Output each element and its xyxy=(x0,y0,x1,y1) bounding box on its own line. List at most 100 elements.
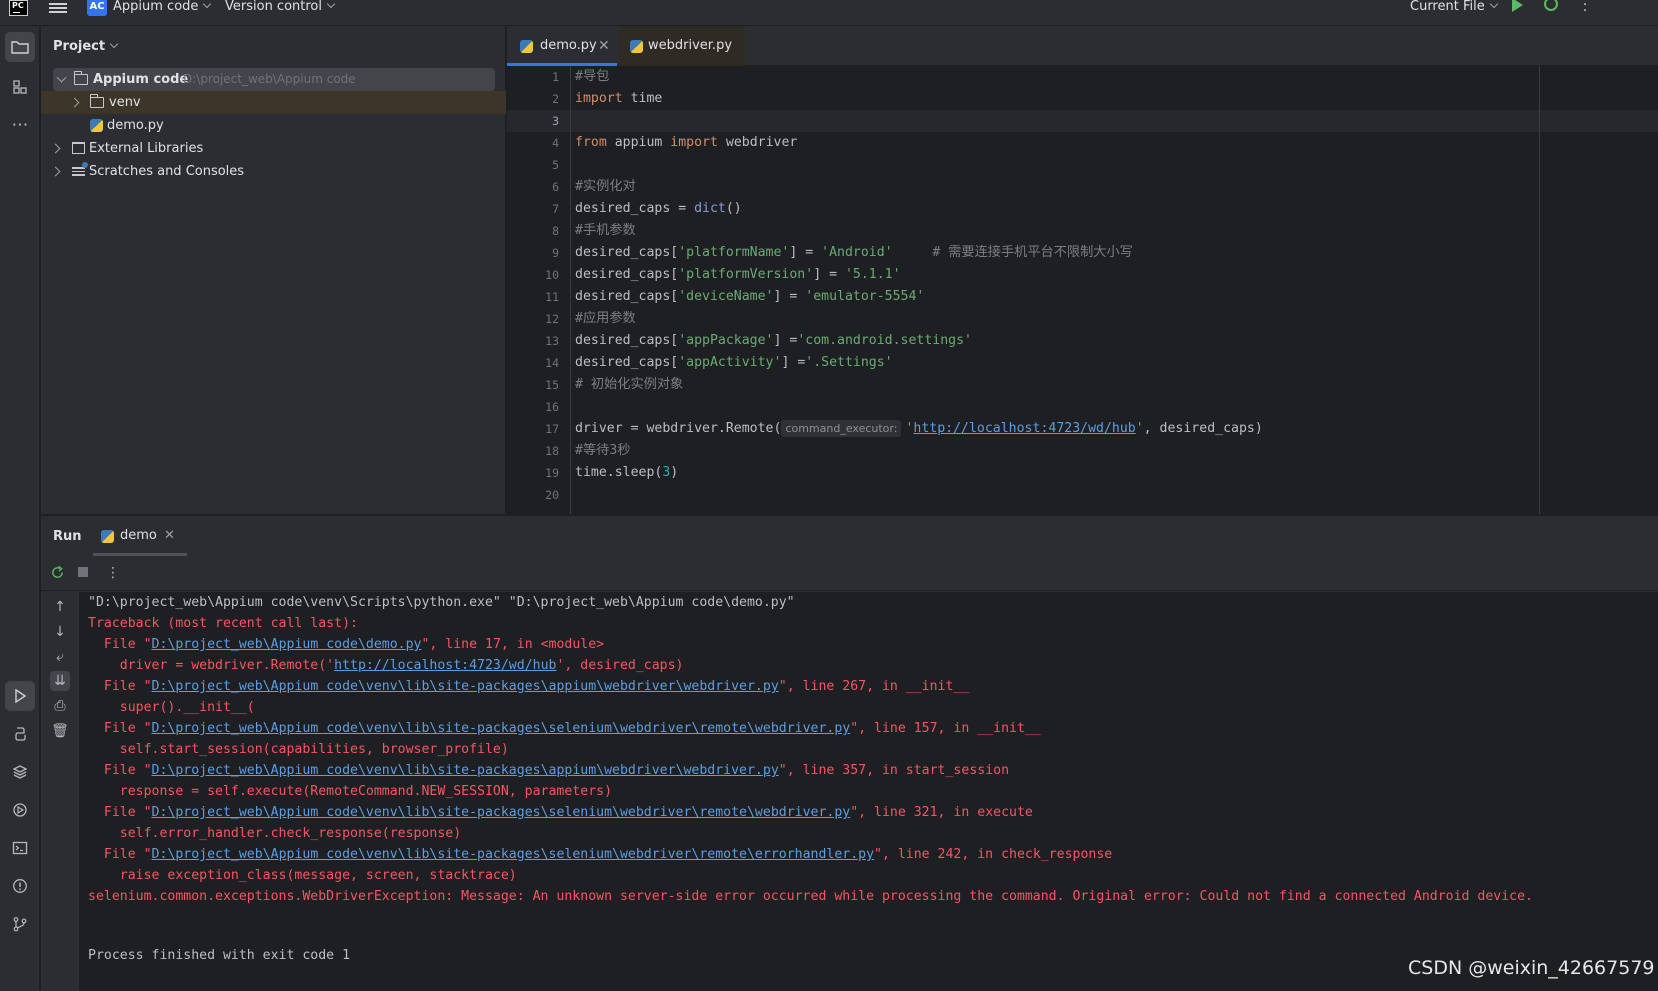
tree-item-label: Appium code xyxy=(93,72,189,87)
console-line: Traceback (most recent call last): xyxy=(88,616,358,631)
scratches-icon xyxy=(72,162,88,177)
scroll-up-icon[interactable]: ↑ xyxy=(50,597,70,617)
line-number: 18 xyxy=(545,444,559,458)
tree-item-label: venv xyxy=(109,95,141,110)
console-line: File "D:\project_web\Appium code\demo.py… xyxy=(88,637,605,652)
chevron-down-icon xyxy=(109,39,119,49)
tree-item-demo-py[interactable]: demo.py xyxy=(41,114,506,137)
close-icon[interactable]: ✕ xyxy=(164,516,175,556)
python-console-icon[interactable] xyxy=(5,719,35,749)
console-line: selenium.common.exceptions.WebDriverExce… xyxy=(88,889,1533,904)
console-line: raise exception_class(message, screen, s… xyxy=(88,868,517,883)
project-switcher[interactable]: Appium code xyxy=(113,0,212,15)
more-tools-icon[interactable]: ⋯ xyxy=(5,110,35,140)
line-number: 11 xyxy=(545,290,559,304)
run-icon[interactable] xyxy=(1512,0,1523,12)
more-options-icon[interactable]: ⋮ xyxy=(105,565,121,581)
console-line: self.error_handler.check_response(respon… xyxy=(88,826,462,841)
line-number: 20 xyxy=(545,488,559,502)
chevron-right-icon[interactable] xyxy=(50,143,61,154)
code-line: driver = webdriver.Remote(command_execut… xyxy=(575,420,1263,437)
line-number: 2 xyxy=(552,92,559,106)
project-panel-header[interactable]: Project xyxy=(53,39,119,54)
parameter-hint: command_executor: xyxy=(781,420,902,437)
folder-icon xyxy=(74,71,88,85)
tree-item-venv[interactable]: venv xyxy=(41,91,506,114)
debug-icon[interactable] xyxy=(1544,0,1558,11)
run-config-label: Current File xyxy=(1410,0,1485,14)
run-panel-title: Run xyxy=(53,529,82,544)
version-control-menu[interactable]: Version control xyxy=(225,0,336,15)
tree-item-appium-code[interactable]: Appium code D:\project_web\Appium code xyxy=(53,68,495,91)
run-config-selector[interactable]: Current File xyxy=(1410,0,1498,15)
console-line: File "D:\project_web\Appium code\venv\li… xyxy=(88,805,1033,820)
chevron-down-icon xyxy=(326,0,336,9)
clear-all-icon[interactable]: 🗑 xyxy=(50,721,70,741)
run-toolbar: ⋮ xyxy=(41,556,1658,591)
line-number: 16 xyxy=(545,400,559,414)
tree-item-scratches[interactable]: Scratches and Consoles xyxy=(41,160,506,183)
tab-demo-py[interactable]: demo.py ✕ xyxy=(507,26,617,66)
console-line: response = self.execute(RemoteCommand.NE… xyxy=(88,784,613,799)
python-file-icon xyxy=(630,40,643,53)
line-number: 8 xyxy=(552,224,559,238)
run-tab-bar: Run demo ✕ xyxy=(41,516,1658,556)
print-icon[interactable]: ⎙ xyxy=(50,696,70,716)
console-line: File "D:\project_web\Appium code\venv\li… xyxy=(88,679,970,694)
code-line: desired_caps['appPackage'] ='com.android… xyxy=(575,333,972,348)
python-file-icon xyxy=(90,119,103,132)
tree-item-label: Scratches and Consoles xyxy=(89,164,245,179)
tab-webdriver-py[interactable]: webdriver.py xyxy=(619,26,745,66)
code-line: desired_caps['platformVersion'] = '5.1.1… xyxy=(575,267,901,282)
watermark: CSDN @weixin_42667579 xyxy=(1408,957,1655,979)
chevron-down-icon xyxy=(1489,0,1498,9)
console-line: File "D:\project_web\Appium code\venv\li… xyxy=(88,847,1113,862)
console-line: driver = webdriver.Remote('http://localh… xyxy=(88,658,684,673)
code-line: desired_caps['platformName'] = 'Android'… xyxy=(575,245,1133,260)
tab-label: demo.py xyxy=(540,38,597,53)
line-number-gutter: 1 2 3 4 5 6 7 8 9 10 11 12 13 14 15 16 17 18 19 20 xyxy=(507,66,573,514)
line-number: 19 xyxy=(545,466,559,480)
project-tool-icon[interactable] xyxy=(5,32,35,62)
console-output[interactable]: "D:\project_web\Appium code\venv\Scripts… xyxy=(79,592,1658,991)
services-icon[interactable] xyxy=(5,795,35,825)
project-badge[interactable]: AC xyxy=(87,0,107,16)
python-file-icon xyxy=(520,40,533,53)
tree-item-path-hint: D:\project_web\Appium code xyxy=(183,72,356,86)
terminal-icon[interactable] xyxy=(5,833,35,863)
line-number: 4 xyxy=(552,136,559,150)
rerun-icon[interactable] xyxy=(49,565,65,581)
run-tool-icon[interactable] xyxy=(5,681,35,711)
tree-item-label: External Libraries xyxy=(89,141,204,156)
scroll-down-icon[interactable]: ↓ xyxy=(50,622,70,642)
soft-wrap-icon[interactable]: ⤶ xyxy=(50,647,70,667)
code-line: #应用参数 xyxy=(575,311,636,326)
line-number: 9 xyxy=(552,246,559,260)
main-menu-icon[interactable] xyxy=(49,1,67,13)
problems-icon[interactable] xyxy=(5,871,35,901)
line-number: 15 xyxy=(545,378,559,392)
python-packages-icon[interactable] xyxy=(5,757,35,787)
title-bar: PC AC Appium code Version control Curren… xyxy=(0,0,1658,26)
code-line: time.sleep(3) xyxy=(575,465,679,480)
chevron-right-icon[interactable] xyxy=(50,166,61,177)
console-line: "D:\project_web\Appium code\venv\Scripts… xyxy=(88,595,795,610)
structure-tool-icon[interactable] xyxy=(5,72,35,102)
folder-icon xyxy=(90,94,104,108)
version-control-label: Version control xyxy=(225,0,322,14)
close-icon[interactable]: ✕ xyxy=(598,26,610,66)
editor-area: demo.py ✕ webdriver.py 1 2 3 4 5 6 7 8 9 10 11 12 13… xyxy=(507,26,1658,514)
run-tab-demo[interactable]: demo ✕ xyxy=(93,516,187,556)
stop-icon[interactable] xyxy=(75,565,91,581)
chevron-down-icon[interactable] xyxy=(56,72,67,83)
tree-item-external-libraries[interactable]: External Libraries xyxy=(41,137,506,160)
console-line: self.start_session(capabilities, browser… xyxy=(88,742,509,757)
pycharm-logo-icon: PC xyxy=(9,0,28,16)
chevron-right-icon[interactable] xyxy=(69,97,80,108)
more-actions-icon[interactable]: ··· xyxy=(1582,0,1588,18)
run-tab-label: demo xyxy=(120,528,157,543)
code-line: import time xyxy=(575,91,663,106)
scroll-to-end-icon[interactable]: ⇊ xyxy=(50,671,70,691)
git-icon[interactable] xyxy=(5,909,35,939)
chevron-down-icon xyxy=(203,0,212,9)
